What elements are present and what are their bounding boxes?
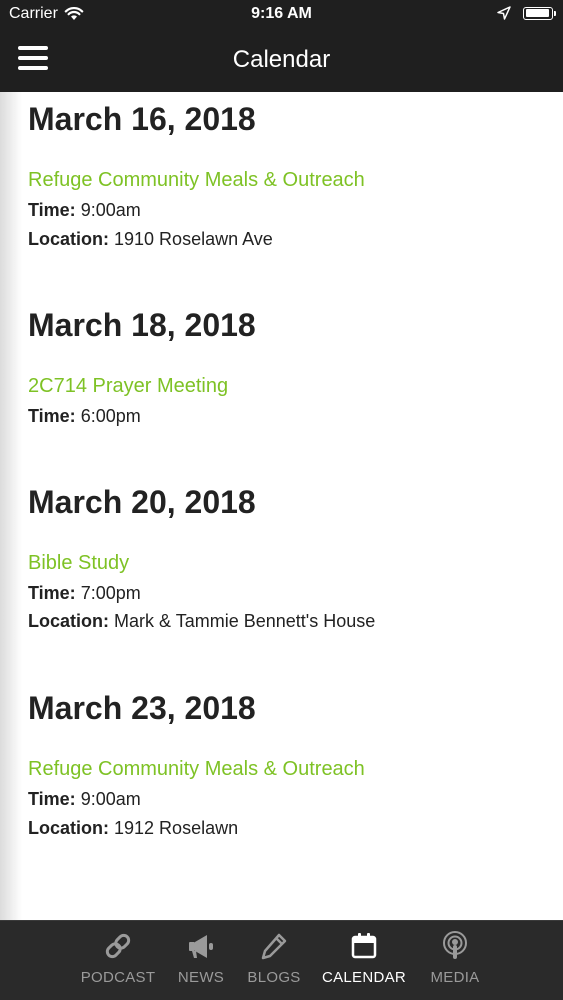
time-value: 9:00am	[80, 200, 141, 220]
date-group: March 18, 2018 2C714 Prayer Meeting Time…	[28, 309, 563, 428]
location-value: 1910 Roselawn Ave	[114, 228, 273, 249]
status-time: 9:16 AM	[251, 5, 312, 22]
date-heading: March 23, 2018	[28, 689, 256, 726]
event-title-link[interactable]: Refuge Community Meals & Outreach	[28, 757, 563, 781]
status-bar: Carrier 9:16 AM	[0, 0, 563, 28]
location-label: Location:	[28, 228, 109, 249]
location-label: Location:	[28, 817, 109, 838]
event-time: Time: 7:00pm	[28, 583, 563, 605]
megaphone-icon	[189, 935, 213, 958]
time-value: 7:00pm	[80, 582, 141, 603]
time-label: Time:	[28, 788, 76, 809]
event-time: Time: 6:00pm	[28, 406, 563, 428]
location-label: Location:	[28, 611, 109, 632]
event-location: Location: 1910 Roselawn Ave	[28, 229, 563, 251]
time-label: Time:	[28, 582, 76, 603]
event-title-link[interactable]: Bible Study	[28, 551, 563, 575]
date-heading: March 18, 2018	[28, 307, 256, 344]
date-group: March 23, 2018 Refuge Community Meals & …	[28, 692, 563, 839]
time-value: 9:00am	[80, 788, 141, 809]
battery-icon	[523, 6, 556, 20]
nav-bar: Calendar	[0, 28, 563, 92]
location-arrow-icon	[497, 6, 511, 20]
location-value: 1912 Roselawn	[114, 817, 239, 838]
event-time: Time: 9:00am	[28, 789, 563, 811]
podcast-icon	[443, 931, 467, 959]
event-location: Location: Mark & Tammie Bennett's House	[28, 611, 563, 633]
date-heading: March 20, 2018	[28, 483, 256, 520]
event-title-link[interactable]: 2C714 Prayer Meeting	[28, 374, 563, 398]
time-label: Time:	[28, 200, 76, 220]
pencil-icon	[261, 933, 287, 960]
event-time: Time: 9:00am	[28, 200, 563, 222]
event-title-link[interactable]: Refuge Community Meals & Outreach	[28, 168, 563, 192]
link-icon	[105, 933, 131, 959]
date-group: March 20, 2018 Bible Study Time: 7:00pm …	[28, 486, 563, 633]
page-title: Calendar	[232, 46, 331, 73]
date-group: March 16, 2018 Refuge Community Meals & …	[28, 92, 563, 250]
tab-label: MEDIA	[430, 969, 480, 986]
tab-media[interactable]: MEDIA	[400, 931, 510, 986]
time-value: 6:00pm	[80, 406, 141, 427]
tab-bar: PODCAST NEWS BLOGS CALENDAR MEDIA	[0, 920, 563, 1000]
location-value: Mark & Tammie Bennett's House	[114, 611, 376, 632]
date-heading: March 16, 2018	[28, 101, 256, 137]
event-location: Location: 1912 Roselawn	[28, 818, 563, 840]
calendar-icon	[351, 933, 377, 959]
calendar-list[interactable]: March 16, 2018 Refuge Community Meals & …	[0, 92, 563, 920]
time-label: Time:	[28, 406, 76, 427]
